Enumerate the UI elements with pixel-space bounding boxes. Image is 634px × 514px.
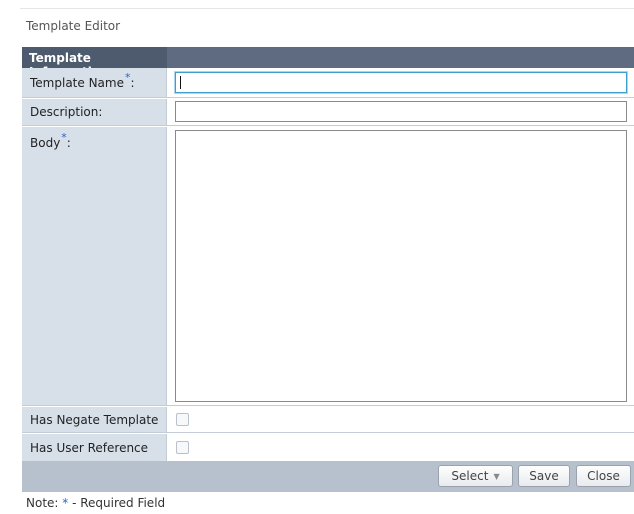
- description-input[interactable]: [175, 101, 627, 122]
- form-footer: Select ▼ Save Close: [22, 461, 634, 492]
- has-negate-template-checkbox[interactable]: [176, 413, 189, 426]
- body-row: Body*:: [22, 127, 634, 406]
- close-button[interactable]: Close: [576, 465, 631, 487]
- template-name-label-cell: Template Name*:: [22, 68, 167, 97]
- has-user-reference-label-cell: Has User Reference: [22, 434, 167, 461]
- template-editor-form: Template Information Template Name*: Des…: [22, 47, 634, 492]
- description-value-cell: [167, 99, 634, 125]
- template-name-value-cell: [167, 68, 634, 97]
- select-button[interactable]: Select ▼: [438, 465, 513, 487]
- text-caret: [180, 76, 181, 89]
- top-divider: [20, 8, 634, 9]
- chevron-down-icon: ▼: [493, 472, 500, 481]
- description-row: Description:: [22, 99, 634, 126]
- description-label: Description:: [30, 105, 103, 119]
- has-user-reference-value-cell: [167, 434, 634, 461]
- body-label: Body*:: [30, 131, 71, 150]
- section-header: Template Information: [22, 47, 634, 79]
- section-header-cell: Template Information: [22, 47, 167, 79]
- required-asterisk: *: [61, 131, 67, 144]
- has-negate-template-label: Has Negate Template: [30, 413, 159, 427]
- template-name-label: Template Name*:: [30, 71, 135, 90]
- has-user-reference-checkbox[interactable]: [176, 441, 189, 454]
- required-asterisk: *: [124, 71, 131, 84]
- has-negate-template-label-cell: Has Negate Template: [22, 407, 167, 432]
- save-button[interactable]: Save: [518, 465, 570, 487]
- has-user-reference-label: Has User Reference: [30, 441, 149, 455]
- template-name-row: Template Name*:: [22, 68, 634, 98]
- page-title: Template Editor: [26, 19, 121, 33]
- has-user-reference-row: Has User Reference: [22, 434, 634, 461]
- template-name-input[interactable]: [175, 72, 627, 93]
- body-value-cell: [167, 127, 634, 405]
- has-negate-template-value-cell: [167, 407, 634, 432]
- description-label-cell: Description:: [22, 99, 167, 125]
- required-field-note: Note: * - Required Field: [26, 496, 166, 510]
- has-negate-template-row: Has Negate Template: [22, 407, 634, 433]
- body-textarea[interactable]: [175, 130, 627, 402]
- body-label-cell: Body*:: [22, 127, 167, 405]
